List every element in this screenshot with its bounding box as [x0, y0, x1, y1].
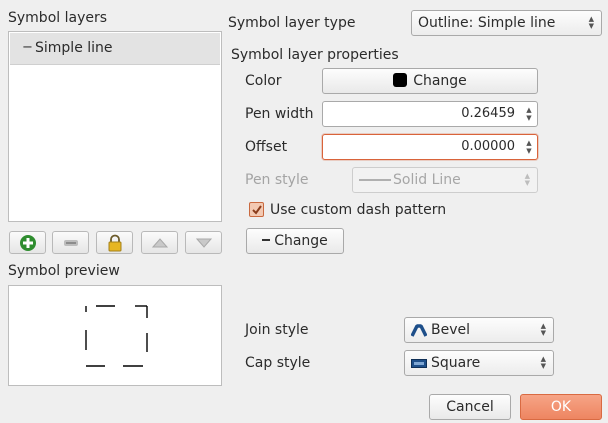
down-arrow-icon [195, 238, 213, 248]
pen-width-value: 0.26459 [461, 106, 515, 121]
symbol-layer-properties-title: Symbol layer properties [231, 47, 399, 63]
solid-line-icon [359, 179, 391, 181]
pen-style-label: Pen style [245, 172, 309, 188]
symbol-layer-type-value: Outline: Simple line [418, 15, 556, 31]
combo-arrows-icon: ▲ ▼ [540, 322, 546, 337]
symbol-layer-type-label: Symbol layer type [228, 15, 356, 31]
offset-label: Offset [245, 139, 288, 155]
bevel-join-icon [411, 324, 427, 337]
lock-layer-button[interactable] [96, 231, 133, 254]
color-change-button[interactable]: Change [322, 68, 538, 94]
custom-dash-checkbox[interactable] [249, 202, 264, 217]
collapse-icon[interactable]: − [22, 40, 33, 55]
pen-width-label: Pen width [245, 106, 314, 122]
layer-item-simple-line[interactable]: − Simple line [10, 33, 220, 65]
spin-arrows-icon[interactable]: ▲ ▼ [521, 135, 537, 159]
add-icon [20, 235, 36, 251]
cancel-button-label: Cancel [446, 399, 494, 415]
join-style-label: Join style [245, 322, 309, 338]
offset-spinbox[interactable]: 0.00000 ▲ ▼ [322, 134, 538, 160]
cap-style-select[interactable]: Square ▲ ▼ [404, 350, 554, 376]
dash-pattern-icon [262, 239, 271, 241]
symbol-preview-title: Symbol preview [8, 263, 120, 279]
dash-pattern-change-button[interactable]: Change [246, 228, 344, 254]
cap-style-value: Square [431, 355, 481, 371]
color-label: Color [245, 73, 282, 89]
cap-style-label: Cap style [245, 355, 311, 371]
up-arrow-icon [151, 238, 169, 248]
dash-pattern-change-label: Change [274, 233, 328, 249]
move-up-button[interactable] [141, 231, 178, 254]
symbol-layer-type-select[interactable]: Outline: Simple line ▲ ▼ [411, 10, 602, 36]
custom-dash-label[interactable]: Use custom dash pattern [270, 201, 446, 219]
lock-icon [108, 234, 122, 252]
combo-arrows-icon: ▲ ▼ [524, 172, 530, 187]
pen-width-spinbox[interactable]: 0.26459 ▲ ▼ [322, 101, 538, 127]
add-layer-button[interactable] [9, 231, 46, 254]
remove-layer-button[interactable] [52, 231, 89, 254]
symbol-layers-title: Symbol layers [8, 10, 108, 26]
pen-style-value: Solid Line [393, 172, 461, 188]
spin-arrows-icon[interactable]: ▲ ▼ [521, 102, 537, 126]
ok-button[interactable]: OK [520, 394, 602, 420]
combo-arrows-icon: ▲ ▼ [540, 355, 546, 370]
checkmark-icon [252, 205, 262, 215]
cancel-button[interactable]: Cancel [429, 394, 511, 420]
symbol-preview [8, 285, 222, 386]
color-change-label: Change [413, 73, 467, 89]
ok-button-label: OK [550, 399, 572, 415]
pen-style-select[interactable]: Solid Line ▲ ▼ [352, 167, 538, 193]
move-down-button[interactable] [185, 231, 222, 254]
symbol-layers-list[interactable]: − Simple line [8, 31, 222, 222]
join-style-select[interactable]: Bevel ▲ ▼ [404, 317, 554, 343]
join-style-value: Bevel [431, 322, 471, 338]
remove-icon [64, 240, 78, 246]
square-cap-icon [411, 359, 427, 368]
dashed-square-preview [85, 305, 148, 367]
combo-arrows-icon: ▲ ▼ [588, 15, 594, 30]
color-swatch [393, 73, 408, 87]
offset-value: 0.00000 [461, 139, 515, 154]
layer-item-label: Simple line [35, 40, 113, 56]
